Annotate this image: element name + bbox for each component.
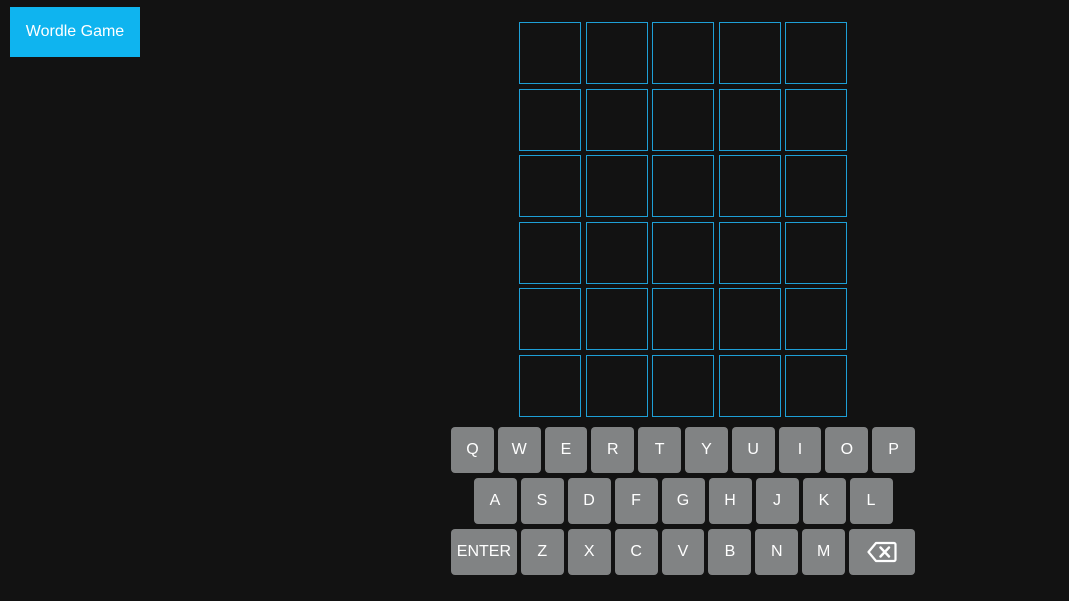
letter-tile bbox=[652, 354, 714, 417]
letter-tile bbox=[519, 155, 581, 217]
letter-tile bbox=[585, 88, 648, 151]
letter-tile bbox=[718, 22, 781, 84]
key-i[interactable]: I bbox=[778, 427, 822, 473]
key-b[interactable]: B bbox=[708, 529, 752, 575]
letter-tile bbox=[519, 22, 581, 84]
key-c[interactable]: C bbox=[614, 529, 658, 575]
game-title: Wordle Game bbox=[10, 7, 140, 57]
letter-tile bbox=[785, 288, 847, 350]
letter-tile bbox=[652, 288, 714, 350]
key-j[interactable]: J bbox=[755, 478, 799, 524]
board-row bbox=[519, 22, 847, 89]
letter-tile bbox=[718, 354, 781, 417]
key-h[interactable]: H bbox=[708, 478, 752, 524]
keyboard-row-3: ENTER Z X C V B N M bbox=[450, 529, 916, 575]
key-v[interactable]: V bbox=[661, 529, 705, 575]
key-g[interactable]: G bbox=[661, 478, 705, 524]
letter-tile bbox=[718, 288, 781, 350]
game-board bbox=[519, 22, 847, 421]
key-m[interactable]: M bbox=[802, 529, 846, 575]
enter-key[interactable]: ENTER bbox=[450, 529, 517, 575]
letter-tile bbox=[785, 22, 847, 84]
letter-tile bbox=[652, 221, 714, 284]
key-u[interactable]: U bbox=[731, 427, 775, 473]
key-e[interactable]: E bbox=[544, 427, 588, 473]
key-w[interactable]: W bbox=[497, 427, 541, 473]
board-row bbox=[519, 88, 847, 156]
letter-tile bbox=[785, 221, 847, 284]
key-y[interactable]: Y bbox=[685, 427, 728, 473]
letter-tile bbox=[785, 88, 847, 151]
on-screen-keyboard: QWERTYUIOP ASDFGHJKL ENTER Z X C V B N M bbox=[450, 427, 916, 580]
backspace-icon bbox=[867, 541, 897, 563]
keyboard-row-2: ASDFGHJKL bbox=[451, 478, 915, 524]
key-x[interactable]: X bbox=[567, 529, 611, 575]
board-row bbox=[519, 354, 847, 422]
letter-tile bbox=[718, 155, 781, 217]
letter-tile bbox=[585, 354, 648, 417]
letter-tile bbox=[652, 155, 714, 217]
backspace-key[interactable] bbox=[849, 529, 916, 575]
key-d[interactable]: D bbox=[567, 478, 611, 524]
letter-tile bbox=[785, 155, 847, 217]
key-s[interactable]: S bbox=[520, 478, 564, 524]
letter-tile bbox=[718, 88, 781, 151]
letter-tile bbox=[585, 288, 648, 350]
key-f[interactable]: F bbox=[614, 478, 658, 524]
letter-tile bbox=[585, 22, 648, 84]
key-l[interactable]: L bbox=[849, 478, 893, 524]
board-row bbox=[519, 288, 847, 355]
key-q[interactable]: Q bbox=[451, 427, 494, 473]
letter-tile bbox=[585, 221, 648, 284]
letter-tile bbox=[519, 354, 581, 417]
letter-tile bbox=[652, 22, 714, 84]
letter-tile bbox=[519, 221, 581, 284]
key-o[interactable]: O bbox=[825, 427, 869, 473]
letter-tile bbox=[585, 155, 648, 217]
letter-tile bbox=[718, 221, 781, 284]
letter-tile bbox=[652, 88, 714, 151]
letter-tile bbox=[519, 88, 581, 151]
key-n[interactable]: N bbox=[755, 529, 799, 575]
key-a[interactable]: A bbox=[473, 478, 517, 524]
letter-tile bbox=[519, 288, 581, 350]
letter-tile bbox=[785, 354, 847, 417]
key-r[interactable]: R bbox=[591, 427, 635, 473]
key-t[interactable]: T bbox=[638, 427, 681, 473]
board-row bbox=[519, 155, 847, 222]
board-row bbox=[519, 221, 847, 289]
key-z[interactable]: Z bbox=[520, 529, 564, 575]
key-p[interactable]: P bbox=[872, 427, 915, 473]
keyboard-row-1: QWERTYUIOP bbox=[451, 427, 915, 473]
key-k[interactable]: K bbox=[802, 478, 846, 524]
